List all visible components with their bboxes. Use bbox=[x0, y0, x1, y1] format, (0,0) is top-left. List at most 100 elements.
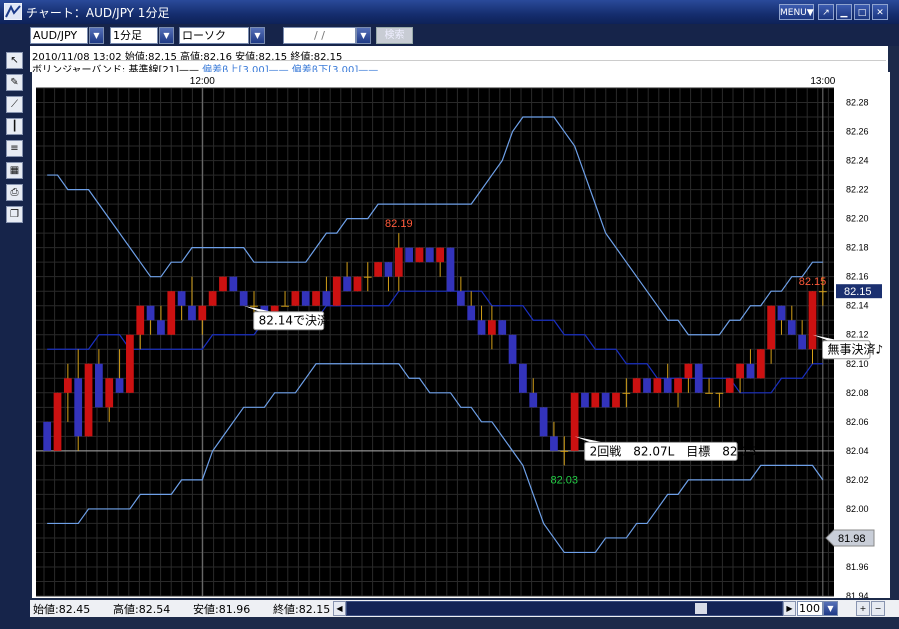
candle-body bbox=[818, 291, 827, 293]
pointer-icon[interactable]: ↖ bbox=[6, 52, 23, 69]
candle-body bbox=[508, 334, 517, 364]
candle-body bbox=[384, 262, 393, 277]
candle-body bbox=[653, 378, 662, 393]
candle-body bbox=[43, 421, 52, 451]
candle-icon[interactable]: ┃ bbox=[6, 118, 23, 135]
candle-body bbox=[632, 378, 641, 393]
price-annotation: 82.03 bbox=[551, 474, 579, 486]
candle-body bbox=[198, 305, 207, 321]
candle-body bbox=[343, 276, 351, 292]
trendline-icon[interactable]: ⟋ bbox=[6, 96, 23, 113]
candle-body bbox=[332, 276, 341, 306]
y-tick-label: 82.06 bbox=[846, 417, 869, 427]
candle-body bbox=[560, 450, 569, 452]
candle-body bbox=[301, 291, 310, 306]
candle-body bbox=[725, 378, 734, 393]
zoom-in-icon[interactable]: + bbox=[856, 601, 870, 616]
zoom-input[interactable]: 100 bbox=[797, 601, 823, 616]
candle-body bbox=[63, 378, 72, 393]
scroll-left-icon[interactable]: ◀ bbox=[333, 601, 346, 616]
y-tick-label: 82.12 bbox=[846, 330, 869, 340]
candle-body bbox=[550, 436, 558, 451]
candle-body bbox=[674, 378, 682, 393]
chart-info-panel: 2010/11/08 13:02 始値:82.15 高値:82.16 安値:82… bbox=[30, 46, 888, 76]
candle-body bbox=[53, 392, 62, 451]
title-bar: チャート：AUD/JPY 1分足 MENU▼ ↗ ▁ □ ✕ bbox=[0, 0, 899, 24]
horizontal-scrollbar[interactable] bbox=[346, 601, 783, 616]
symbol-dropdown-icon[interactable]: ▼ bbox=[89, 27, 104, 44]
scrollbar-thumb[interactable] bbox=[695, 603, 707, 614]
document-icon[interactable]: ≡ bbox=[6, 140, 23, 157]
candle-body bbox=[777, 305, 786, 321]
candle-body bbox=[746, 363, 755, 379]
candlestick-chart[interactable]: 12:00 13:00 82.28 82.26 82.24 82.22 82.20 82.18… bbox=[32, 72, 890, 598]
chart-type-select[interactable]: ローソク(BID) bbox=[179, 27, 249, 57]
candle-body bbox=[374, 262, 382, 277]
search-button[interactable]: 検索 bbox=[376, 27, 413, 44]
zoom-dropdown-icon[interactable]: ▼ bbox=[823, 601, 838, 616]
candle-body bbox=[612, 392, 620, 408]
candle-body bbox=[405, 247, 414, 263]
zoom-out-icon[interactable]: − bbox=[871, 601, 885, 616]
scroll-right-icon[interactable]: ▶ bbox=[783, 601, 796, 616]
candle-body bbox=[519, 363, 527, 393]
candle-body bbox=[136, 305, 145, 335]
interval-select[interactable]: 1分足 bbox=[110, 27, 158, 44]
maximize-icon[interactable]: □ bbox=[854, 4, 870, 20]
candle-body bbox=[250, 305, 258, 307]
callout-text: 82.14で決済 bbox=[259, 313, 329, 328]
candle-body bbox=[798, 334, 807, 350]
y-tick-label: 82.04 bbox=[846, 446, 869, 456]
candle-body bbox=[177, 291, 186, 306]
time-tick-label: 13:00 bbox=[810, 76, 835, 87]
y-tick-label: 82.20 bbox=[846, 214, 869, 224]
candle-body bbox=[581, 392, 589, 408]
symbol-select[interactable]: AUD/JPY bbox=[30, 27, 88, 44]
candle-body bbox=[529, 392, 538, 408]
pencil-icon[interactable]: ✎ bbox=[6, 74, 23, 91]
candle-body bbox=[95, 363, 103, 408]
candle-body bbox=[456, 291, 465, 306]
candle-body bbox=[312, 291, 320, 306]
detach-icon[interactable]: ↗ bbox=[818, 4, 834, 20]
y-tick-label: 81.96 bbox=[846, 562, 869, 572]
candle-body bbox=[167, 291, 176, 335]
callout-text: 2回戦 82.07L 目標 82.15 bbox=[590, 444, 757, 458]
y-tick-label: 82.16 bbox=[846, 272, 869, 282]
status-low: 安値:81.96 bbox=[193, 603, 251, 616]
candle-body bbox=[808, 291, 817, 350]
chart-area[interactable]: 12:00 13:00 82.28 82.26 82.24 82.22 82.20 82.18… bbox=[32, 72, 890, 598]
candle-body bbox=[157, 320, 165, 335]
candle-body bbox=[394, 247, 403, 277]
chart-type-dropdown-icon[interactable]: ▼ bbox=[250, 27, 265, 44]
menu-button[interactable]: MENU▼ bbox=[779, 4, 814, 20]
candle-body bbox=[363, 276, 372, 278]
y-tick-label: 82.02 bbox=[846, 475, 869, 485]
candle-body bbox=[477, 320, 486, 335]
callout-text: 無事決済♪ bbox=[827, 342, 883, 357]
y-tick-label: 82.28 bbox=[846, 98, 869, 108]
status-high: 高値:82.54 bbox=[113, 603, 171, 616]
copy-icon[interactable]: ❐ bbox=[6, 206, 23, 223]
date-dropdown-icon[interactable]: ▼ bbox=[356, 27, 371, 44]
date-input[interactable]: / / bbox=[283, 27, 356, 44]
candle-body bbox=[436, 247, 445, 263]
candle-body bbox=[353, 276, 362, 292]
candle-body bbox=[591, 392, 600, 408]
chart-toolbar: AUD/JPY ▼ 1分足 ▼ ローソク(BID) ▼ / / ▼ 検索 bbox=[0, 24, 899, 57]
printer-icon[interactable]: ⎙ bbox=[6, 184, 23, 201]
close-icon[interactable]: ✕ bbox=[872, 4, 888, 20]
candle-body bbox=[281, 305, 289, 307]
y-tick-label: 82.18 bbox=[846, 243, 869, 253]
candle-body bbox=[643, 378, 651, 393]
drawing-tools-panel: ↖ ✎ ⟋ ┃ ≡ ▦ ⎙ ❐ bbox=[0, 46, 30, 629]
interval-dropdown-icon[interactable]: ▼ bbox=[159, 27, 174, 44]
time-tick-label: 12:00 bbox=[190, 76, 215, 87]
current-price-label: 82.15 bbox=[844, 286, 872, 298]
candle-body bbox=[705, 392, 713, 394]
minimize-icon[interactable]: ▁ bbox=[836, 4, 852, 20]
candle-body bbox=[622, 392, 631, 394]
candle-body bbox=[539, 407, 548, 437]
calculator-icon[interactable]: ▦ bbox=[6, 162, 23, 179]
y-tick-label: 82.26 bbox=[846, 127, 869, 137]
